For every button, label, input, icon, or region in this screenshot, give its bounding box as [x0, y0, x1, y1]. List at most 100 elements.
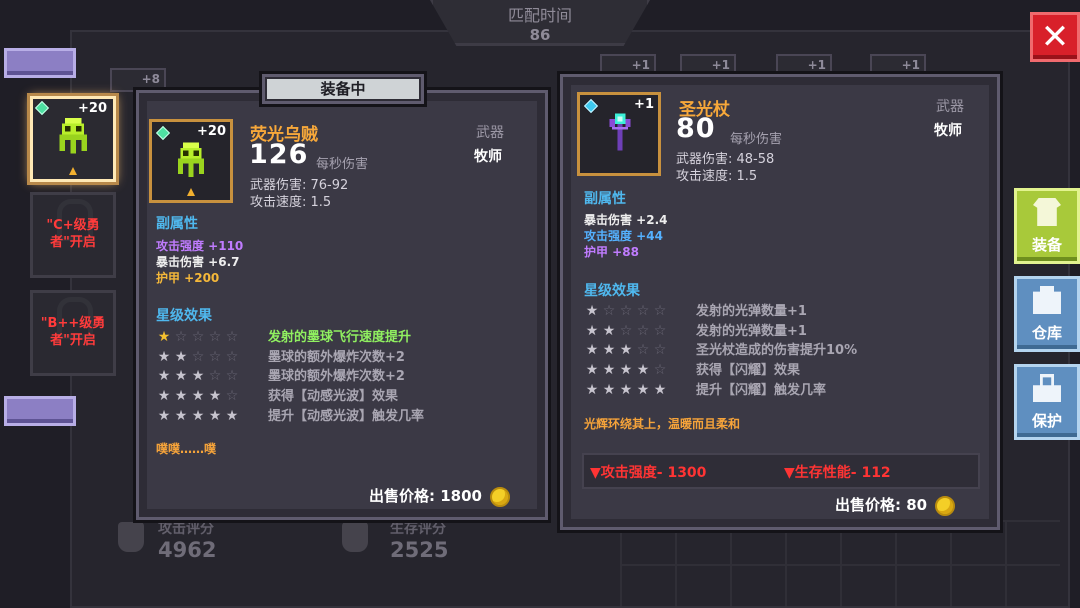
survival-score-value: 2525 — [390, 538, 449, 562]
sub-attributes-title: 副属性 — [584, 191, 626, 207]
match-time-value: 86 — [529, 26, 551, 44]
sub-attribute: 攻击强度 +44 — [584, 229, 663, 243]
attack-score-label: 攻击评分 — [158, 521, 214, 537]
item-class: 牧师 — [934, 123, 962, 139]
star-effect-text: 圣光杖造成的伤害提升10% — [696, 343, 858, 359]
storage-icon — [1033, 286, 1061, 314]
gem-icon — [583, 98, 599, 114]
item-attack-speed: 攻击速度: 1.5 — [250, 195, 332, 210]
star-effect-text: 获得【动感光波】效果 — [268, 389, 399, 405]
item-attack-speed: 攻击速度: 1.5 — [676, 169, 758, 184]
star-effect-text: 墨球的额外爆炸次数+2 — [268, 369, 405, 385]
match-time-banner: 匹配时间 86 — [430, 0, 650, 46]
star-rating-icon: ★ ☆ ☆ ☆ ☆ — [585, 303, 668, 319]
survival-delta: ▼生存性能- 112 — [784, 465, 891, 481]
equip-button-label: 装备 — [1031, 236, 1062, 254]
item-dps: 126 — [249, 139, 309, 170]
hero-list-scroll-down[interactable] — [4, 396, 76, 426]
squid-icon — [177, 142, 205, 177]
sell-price-label: 出售价格: 80 — [835, 496, 928, 514]
hero-slot-2-locked[interactable]: "C+级勇者"开启 — [30, 192, 116, 278]
sub-attribute: 暴击伤害 +6.7 — [156, 255, 240, 269]
star-effect-row: ★ ★ ☆ ☆ ☆ 发射的光弹数量+1 — [584, 322, 857, 342]
star-effects-list: ★ ☆ ☆ ☆ ☆ 发射的墨球飞行速度提升 ★ ★ ☆ ☆ ☆ 墨球的额外爆炸次数+2 ★ ★ ★ ☆ ☆ 墨… — [156, 328, 424, 427]
star-effect-row: ★ ☆ ☆ ☆ ☆ 发射的墨球飞行速度提升 — [156, 328, 424, 348]
star-effects-title: 星级效果 — [156, 308, 212, 324]
star-rating-icon: ★ ☆ ☆ ☆ ☆ — [157, 329, 240, 345]
storage-button[interactable]: 仓库 — [1014, 276, 1080, 352]
rarity-icon — [69, 167, 77, 175]
star-effect-text: 获得【闪耀】效果 — [696, 363, 801, 379]
item-flavor-text: 噗噗……噗 — [156, 442, 217, 456]
rarity-icon — [187, 188, 195, 196]
item-type: 武器 — [936, 99, 964, 115]
compare-item-icon: +1 — [577, 92, 661, 176]
shield-icon — [342, 522, 368, 552]
sword-icon — [118, 522, 144, 552]
sub-attribute: 暴击伤害 +2.4 — [584, 213, 668, 227]
star-effect-row: ★ ★ ★ ★ ☆ 获得【闪耀】效果 — [584, 361, 857, 381]
hero-slot-1[interactable]: +20 — [30, 96, 116, 182]
star-effects-title: 星级效果 — [584, 283, 640, 299]
item-type: 武器 — [476, 125, 504, 141]
star-effect-text: 提升【动感光波】触发几率 — [268, 408, 425, 424]
gem-icon — [155, 125, 171, 141]
star-effect-text: 发射的光弹数量+1 — [696, 323, 807, 339]
item-flavor-text: 光辉环绕其上，温暖而且柔和 — [584, 417, 741, 431]
sell-price-label: 出售价格: 1800 — [369, 487, 482, 505]
item-enhance-level: +20 — [197, 124, 226, 139]
unlock-requirement: "C+级勇者"开启 — [46, 218, 100, 250]
sub-attribute: 护甲 +200 — [156, 271, 220, 285]
equip-button[interactable]: 装备 — [1014, 188, 1080, 264]
star-effect-row: ★ ★ ★ ★ ★ 提升【闪耀】触发几率 — [584, 381, 857, 401]
star-effect-text: 发射的光弹数量+1 — [696, 304, 807, 319]
star-rating-icon: ★ ★ ★ ★ ★ — [585, 381, 668, 398]
sub-attribute: 护甲 +88 — [584, 245, 639, 259]
item-dps-label: 每秒伤害 — [316, 157, 369, 172]
star-rating-icon: ★ ★ ☆ ☆ ☆ — [585, 322, 668, 339]
protect-button-label: 保护 — [1031, 412, 1062, 430]
sub-attributes-list: 攻击强度 +110 暴击伤害 +6.7 护甲 +200 — [156, 238, 243, 286]
survival-score-label: 生存评分 — [390, 521, 446, 537]
item-dps: 80 — [676, 113, 716, 144]
item-class: 牧师 — [474, 149, 502, 165]
hero-slot-3-locked[interactable]: "B++级勇者"开启 — [30, 290, 116, 376]
staff-icon — [609, 113, 631, 151]
attack-score-value: 4962 — [158, 538, 217, 562]
star-effect-row: ★ ★ ★ ☆ ☆ 圣光杖造成的伤害提升10% — [584, 341, 857, 361]
equipped-tag: 装备中 — [262, 74, 424, 104]
star-rating-icon: ★ ★ ★ ★ ☆ — [585, 362, 668, 379]
shirt-icon — [1033, 198, 1061, 226]
close-icon: ✕ — [1040, 17, 1070, 57]
survival-score: 生存评分 2525 — [390, 518, 448, 562]
hero-list-scroll-up[interactable] — [4, 48, 76, 78]
protect-button[interactable]: 保护 — [1014, 364, 1080, 440]
star-effect-row: ★ ★ ★ ★ ★ 提升【动感光波】触发几率 — [156, 407, 424, 427]
sell-price: 出售价格: 80 — [835, 494, 956, 516]
item-enhance-level: +1 — [634, 97, 654, 112]
sub-attributes-title: 副属性 — [156, 216, 198, 232]
gem-icon — [34, 100, 50, 116]
star-effect-text: 提升【闪耀】触发几率 — [696, 382, 827, 398]
coin-icon — [489, 486, 510, 507]
star-rating-icon: ★ ★ ★ ★ ☆ — [157, 388, 240, 405]
unlock-requirement: "B++级勇者"开启 — [40, 316, 106, 348]
lock-icon — [1033, 374, 1061, 402]
equipped-item-icon: +20 — [149, 119, 233, 203]
close-button[interactable]: ✕ — [1030, 12, 1080, 62]
inventory-grid-background — [620, 520, 1060, 608]
star-rating-icon: ★ ★ ★ ☆ ☆ — [585, 342, 668, 359]
star-effect-row: ★ ★ ★ ☆ ☆ 墨球的额外爆炸次数+2 — [156, 367, 424, 387]
star-effect-text: 墨球的额外爆炸次数+2 — [268, 349, 405, 365]
hero-enhance-level: +20 — [78, 101, 107, 116]
star-effect-row: ★ ★ ☆ ☆ ☆ 墨球的额外爆炸次数+2 — [156, 348, 424, 368]
background-slot: +8 — [110, 68, 166, 92]
coin-icon — [935, 495, 956, 516]
star-effect-row: ★ ★ ★ ★ ☆ 获得【动感光波】效果 — [156, 387, 424, 407]
star-rating-icon: ★ ★ ★ ☆ ☆ — [157, 368, 240, 385]
star-effect-text: 发射的墨球飞行速度提升 — [268, 330, 412, 345]
attack-score: 攻击评分 4962 — [158, 518, 216, 562]
sub-attribute: 攻击强度 +110 — [156, 239, 244, 253]
storage-button-label: 仓库 — [1031, 324, 1062, 342]
squid-icon — [59, 117, 87, 154]
